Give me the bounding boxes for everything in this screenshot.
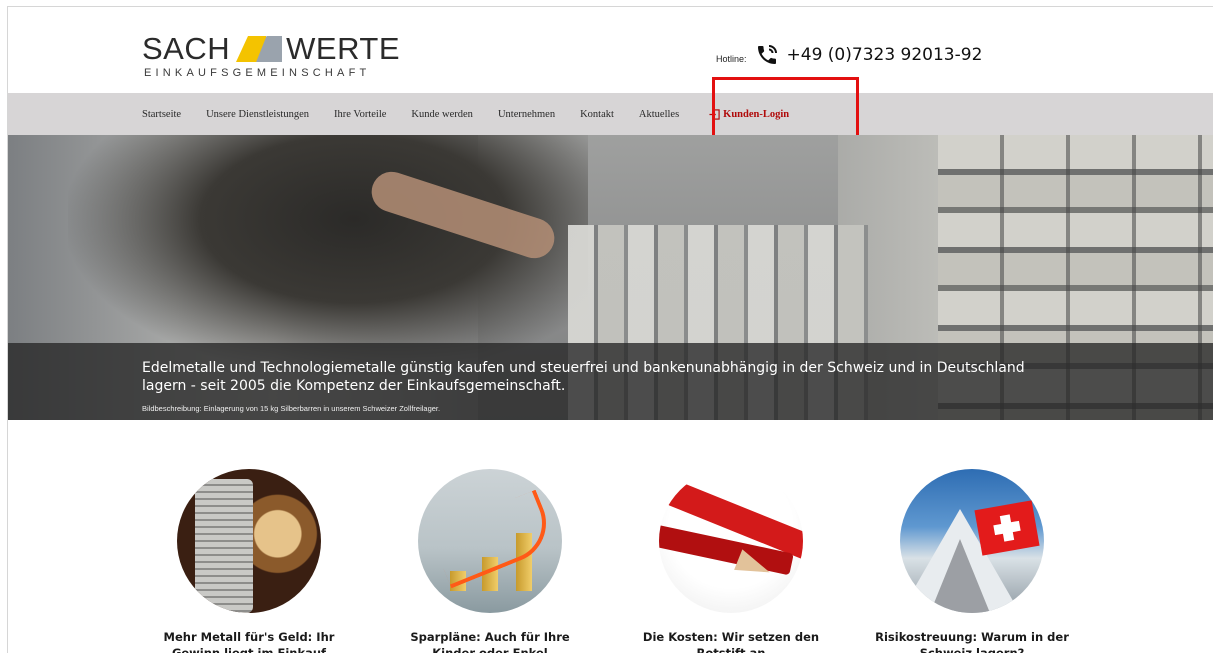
nav-item-kontakt[interactable]: Kontakt [580,109,614,120]
feature-card[interactable]: Risikostreuung: Warum in der Schweiz lage… [872,469,1072,653]
coins-clock-image[interactable] [177,469,321,613]
site-logo[interactable]: SACH WERTE EINKAUFSGEMEINSCHAFT [142,33,400,85]
nav-item-vorteile[interactable]: Ihre Vorteile [334,109,386,120]
hotline-number[interactable]: +49 (0)7323 92013-92 [787,45,983,65]
feature-title[interactable]: Die Kosten: Wir setzen den Rotstift an [631,629,831,653]
hero-person-image [68,135,588,375]
feature-title[interactable]: Risikostreuung: Warum in der Schweiz lage… [872,629,1072,653]
logo-mark-icon [236,36,283,62]
hero-caption-text: Edelmetalle und Technologiemetalle günst… [142,360,1025,394]
feature-card[interactable]: Mehr Metall für's Geld: Ihr Gewinn liegt … [149,469,349,653]
feature-title[interactable]: Sparpläne: Auch für Ihre Kinder oder Enke… [390,629,590,653]
site-header: SACH WERTE EINKAUFSGEMEINSCHAFT Hotline:… [8,7,1213,93]
feature-section: Mehr Metall für's Geld: Ihr Gewinn liegt … [8,469,1213,653]
growth-chart-image[interactable] [418,469,562,613]
main-navigation: Startseite Unsere Dienstleistungen Ihre … [8,93,1213,135]
logo-wordmark: SACH WERTE [142,33,400,67]
nav-item-kunde-werden[interactable]: Kunde werden [411,109,473,120]
login-label: Kunden-Login [723,108,790,120]
feature-card[interactable]: Die Kosten: Wir setzen den Rotstift an [631,469,831,653]
nav-item-startseite[interactable]: Startseite [142,109,181,120]
browser-viewport: SACH WERTE EINKAUFSGEMEINSCHAFT Hotline:… [7,6,1213,653]
phone-icon [757,45,777,64]
hotline: Hotline: +49 (0)7323 92013-92 [716,43,982,67]
hotline-label: Hotline: [716,54,747,64]
hero-banner: Edelmetalle und Technologiemetalle günst… [8,135,1213,420]
swiss-flag-mountain-image[interactable] [900,469,1044,613]
hero-caption-box: Edelmetalle und Technologiemetalle günst… [8,343,1213,420]
red-pencil-image[interactable] [659,469,803,613]
feature-card[interactable]: Sparpläne: Auch für Ihre Kinder oder Enke… [390,469,590,653]
hero-image-description: Bildbeschreibung: Einlagerung von 15 kg … [142,404,441,413]
nav-item-kunden-login[interactable]: Kunden-Login [709,109,789,120]
nav-item-dienstleistungen[interactable]: Unsere Dienstleistungen [206,109,309,120]
nav-item-unternehmen[interactable]: Unternehmen [498,109,555,120]
logo-tagline: EINKAUFSGEMEINSCHAFT [144,67,371,79]
logo-word-left: SACH [142,31,231,66]
nav-item-aktuelles[interactable]: Aktuelles [639,109,679,120]
logo-word-right: WERTE [286,31,401,66]
feature-title[interactable]: Mehr Metall für's Geld: Ihr Gewinn liegt … [149,629,349,653]
login-icon [709,108,720,120]
